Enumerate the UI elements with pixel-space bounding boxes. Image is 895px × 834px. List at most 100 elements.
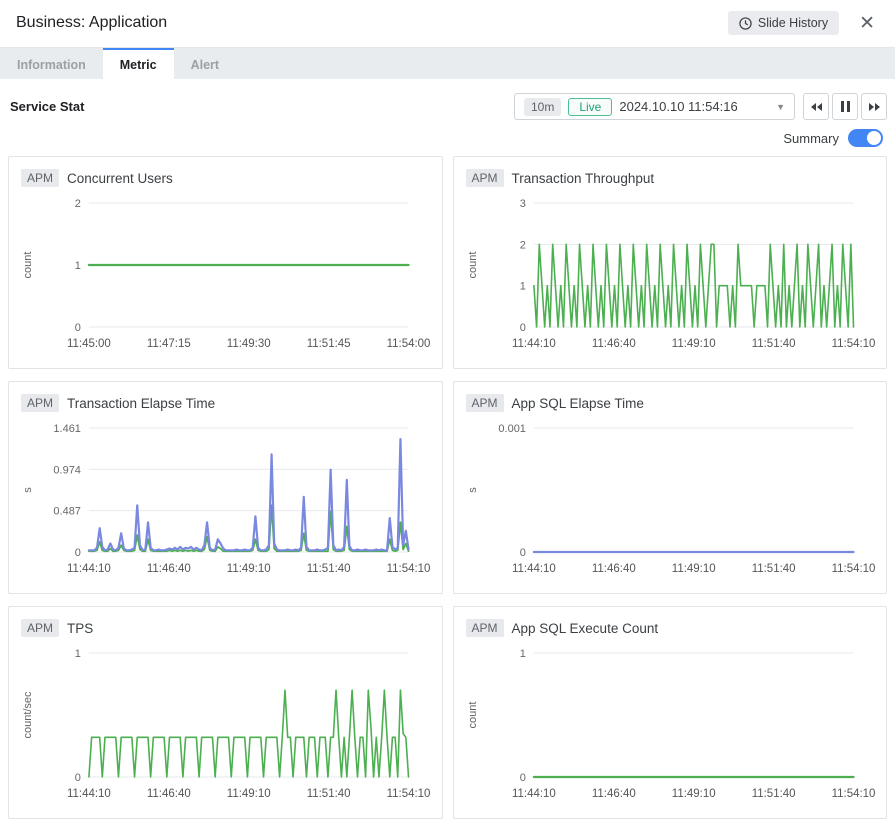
chart-card-header: APM Transaction Throughput <box>454 157 887 189</box>
svg-text:11:49:10: 11:49:10 <box>671 563 715 575</box>
toggle-knob <box>867 131 881 145</box>
tab-alert[interactable]: Alert <box>174 48 236 79</box>
rewind-button[interactable] <box>803 93 829 120</box>
svg-text:11:44:10: 11:44:10 <box>67 563 111 575</box>
svg-text:11:49:10: 11:49:10 <box>227 563 271 575</box>
time-range-picker[interactable]: 10m Live 2024.10.10 11:54:16 ▼ <box>514 93 795 120</box>
svg-text:11:49:10: 11:49:10 <box>671 788 715 800</box>
svg-text:count/sec: count/sec <box>22 691 34 739</box>
apm-badge: APM <box>21 394 59 412</box>
close-icon[interactable]: ✕ <box>855 12 879 35</box>
summary-label: Summary <box>783 131 839 146</box>
tab-bar: Information Metric Alert <box>0 48 895 79</box>
chart-title: Transaction Throughput <box>512 171 655 186</box>
svg-text:11:51:40: 11:51:40 <box>751 563 795 575</box>
svg-text:11:44:10: 11:44:10 <box>511 563 555 575</box>
chart-card: APM Concurrent Users 21011:45:0011:47:15… <box>8 156 443 369</box>
tab-metric[interactable]: Metric <box>103 48 174 79</box>
chart-title: TPS <box>67 621 93 636</box>
chart-card: APM TPS 1 0 11:44:10 11:46:40 11:49:10 11:51:… <box>8 606 443 819</box>
svg-text:11:46:40: 11:46:40 <box>591 338 635 350</box>
svg-text:11:49:30: 11:49:30 <box>227 338 271 350</box>
chart-card-header: APM App SQL Elapse Time <box>454 382 887 414</box>
svg-text:11:46:40: 11:46:40 <box>147 788 191 800</box>
svg-text:11:46:40: 11:46:40 <box>147 563 191 575</box>
svg-text:11:51:40: 11:51:40 <box>307 788 351 800</box>
svg-text:s: s <box>466 487 478 493</box>
summary-row: Summary <box>0 120 895 149</box>
svg-text:0: 0 <box>519 547 525 559</box>
clock-icon <box>739 17 752 30</box>
svg-text:1: 1 <box>519 648 525 660</box>
slide-history-label: Slide History <box>758 16 828 30</box>
summary-toggle[interactable] <box>848 129 883 147</box>
svg-text:11:47:15: 11:47:15 <box>147 338 191 350</box>
pause-button[interactable] <box>832 93 858 120</box>
apm-badge: APM <box>21 619 59 637</box>
svg-text:s: s <box>22 487 34 493</box>
svg-text:1: 1 <box>75 648 81 660</box>
slide-history-button[interactable]: Slide History <box>728 11 839 35</box>
svg-text:0: 0 <box>75 322 81 334</box>
svg-text:11:49:10: 11:49:10 <box>671 338 715 350</box>
chart-card: APM App SQL Elapse Time 0.001 0 11:44:10 11… <box>453 381 888 594</box>
page-title: Business: Application <box>16 14 728 32</box>
svg-text:0: 0 <box>75 772 81 784</box>
svg-text:11:46:40: 11:46:40 <box>591 563 635 575</box>
svg-text:1.461: 1.461 <box>53 423 80 435</box>
svg-text:0.001: 0.001 <box>498 423 525 435</box>
svg-text:3: 3 <box>519 198 525 210</box>
svg-text:11:51:45: 11:51:45 <box>307 338 351 350</box>
svg-text:0: 0 <box>75 547 81 559</box>
line-chart[interactable]: 3 2 1 0 11:44:10 11:46:40 11:49:10 11:51:40 11:5… <box>454 189 887 359</box>
apm-badge: APM <box>466 394 504 412</box>
apm-badge: APM <box>466 169 504 187</box>
svg-text:11:54:10: 11:54:10 <box>831 338 875 350</box>
chart-card-header: APM Concurrent Users <box>9 157 442 189</box>
chart-title: Concurrent Users <box>67 171 173 186</box>
svg-text:11:54:10: 11:54:10 <box>387 788 431 800</box>
svg-text:11:44:10: 11:44:10 <box>511 788 555 800</box>
chart-title: Transaction Elapse Time <box>67 396 215 411</box>
svg-text:0: 0 <box>519 322 525 334</box>
svg-text:11:46:40: 11:46:40 <box>591 788 635 800</box>
line-chart[interactable]: 21011:45:0011:47:1511:49:3011:51:4511:54… <box>9 189 442 359</box>
rewind-icon <box>810 102 823 112</box>
section-title: Service Stat <box>10 99 514 114</box>
apm-badge: APM <box>21 169 59 187</box>
svg-text:11:49:10: 11:49:10 <box>227 788 271 800</box>
datetime-value: 2024.10.10 11:54:16 <box>619 99 769 114</box>
svg-text:11:44:10: 11:44:10 <box>511 338 555 350</box>
svg-text:11:44:10: 11:44:10 <box>67 788 111 800</box>
svg-text:11:51:40: 11:51:40 <box>307 563 351 575</box>
svg-text:0.487: 0.487 <box>53 506 80 518</box>
chart-card: APM Transaction Elapse Time 1.4610.9740.… <box>8 381 443 594</box>
svg-text:1: 1 <box>519 281 525 293</box>
charts-grid: APM Concurrent Users 21011:45:0011:47:15… <box>0 149 895 827</box>
tab-information[interactable]: Information <box>0 48 103 79</box>
chart-card-header: APM App SQL Execute Count <box>454 607 887 639</box>
toolbar: Service Stat 10m Live 2024.10.10 11:54:1… <box>0 79 895 120</box>
line-chart[interactable]: 1 0 11:44:10 11:46:40 11:49:10 11:51:40 11:54:… <box>9 639 442 809</box>
chart-card: APM Transaction Throughput 3 2 1 0 11:44:10 1… <box>453 156 888 369</box>
svg-text:11:51:40: 11:51:40 <box>751 338 795 350</box>
chart-card-header: APM Transaction Elapse Time <box>9 382 442 414</box>
svg-text:11:54:10: 11:54:10 <box>831 788 875 800</box>
svg-text:11:54:00: 11:54:00 <box>387 338 431 350</box>
svg-text:count: count <box>466 702 478 729</box>
chevron-down-icon: ▼ <box>776 102 785 112</box>
apm-badge: APM <box>466 619 504 637</box>
line-chart[interactable]: 1.4610.9740.487011:44:1011:46:4011:49:10… <box>9 414 442 584</box>
svg-text:2: 2 <box>519 239 525 251</box>
time-range-badge: 10m <box>524 98 561 116</box>
chart-card: APM App SQL Execute Count 1011:44:1011:4… <box>453 606 888 819</box>
fast-forward-button[interactable] <box>861 93 887 120</box>
chart-title: App SQL Elapse Time <box>512 396 644 411</box>
line-chart[interactable]: 0.001011:44:1011:46:4011:49:1011:51:4011… <box>454 414 887 584</box>
chart-card-header: APM TPS <box>9 607 442 639</box>
live-badge: Live <box>568 98 612 116</box>
svg-text:2: 2 <box>75 198 81 210</box>
pause-icon <box>841 101 850 112</box>
line-chart[interactable]: 1011:44:1011:46:4011:49:1011:51:4011:54:… <box>454 639 887 809</box>
window-titlebar: Business: Application Slide History ✕ <box>0 0 895 48</box>
